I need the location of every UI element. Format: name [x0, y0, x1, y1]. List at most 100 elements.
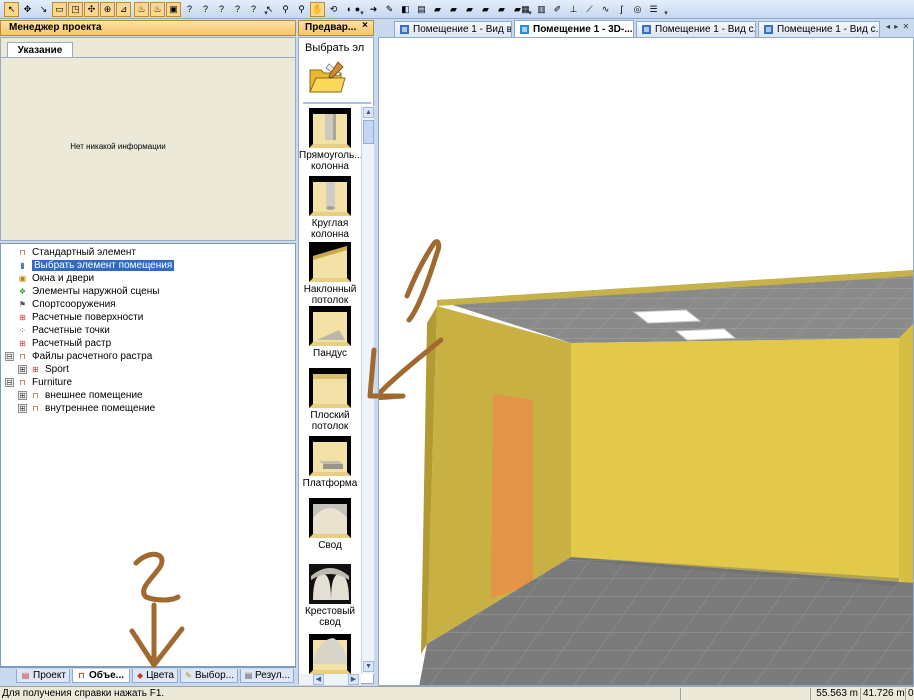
luminaire-box-icon[interactable]: ▣ [166, 2, 181, 17]
expand-icon[interactable]: ⊞ [18, 404, 27, 413]
select-cursor-icon[interactable]: ↖ [4, 2, 19, 17]
draw-rect-icon[interactable]: ▭ [52, 2, 67, 17]
luminaire-red2-icon[interactable]: ♨ [150, 2, 165, 17]
preview-item-vault[interactable]: Свод [299, 498, 361, 551]
table-icon[interactable]: ▥ [534, 2, 549, 17]
tree-item-label: Элементы наружной сцены [32, 286, 160, 297]
folder-icon[interactable]: ▰ [430, 2, 445, 17]
frame-icon[interactable]: ▤ [414, 2, 429, 17]
pointer-icon[interactable]: ↖ [262, 2, 277, 17]
tab-hint[interactable]: Указание [7, 42, 73, 58]
furniture-icon: ⊓ [19, 377, 26, 387]
question3-icon[interactable]: ? [214, 2, 229, 17]
bottom-tab[interactable]: ▤ Резул... [240, 669, 294, 683]
outdoor-scene-icon: ❖ [18, 286, 27, 296]
document-tab[interactable]: Помещение 1 - Вид с... [636, 21, 756, 37]
3d-viewport[interactable] [378, 37, 914, 686]
preview-hscrollbar[interactable]: ◀ ▶ [299, 674, 361, 685]
scroll-down-icon[interactable]: ▼ [363, 661, 374, 672]
level-icon[interactable]: ⊥ [566, 2, 581, 17]
curve-icon[interactable]: ʃ [614, 2, 629, 17]
expand-icon[interactable]: ⊞ [18, 365, 27, 374]
preview-item-sloped-ceiling[interactable]: Наклонный потолок [299, 242, 361, 306]
magnify-icon[interactable]: ⚲ [278, 2, 293, 17]
preview-item-ramp[interactable]: Пандус [299, 306, 361, 359]
question4-icon[interactable]: ? [230, 2, 245, 17]
preview-item-platform[interactable]: Платформа [299, 436, 361, 489]
document-tab[interactable]: Помещение 1 - 3D-... [514, 20, 634, 37]
collapse-icon[interactable]: ⊟ [5, 378, 14, 387]
question5-icon[interactable]: ? [246, 2, 261, 17]
preview-item-flat-ceiling[interactable]: Плоский потолок [299, 368, 361, 432]
tree-item[interactable]: ⊟ ⊓ Файлы расчетного растра [5, 350, 152, 363]
list-icon[interactable]: ☰ [646, 2, 661, 17]
edit-icon[interactable]: ✐ [550, 2, 565, 17]
preview-item-label: Плоский потолок [310, 410, 350, 432]
tree-item[interactable]: ⁘ Расчетные точки [17, 324, 110, 337]
expand-icon[interactable]: ⊞ [18, 391, 27, 400]
bottom-tab[interactable]: ▤ Проект [16, 669, 70, 683]
question2-icon[interactable]: ? [198, 2, 213, 17]
folder3-icon[interactable]: ▰ [462, 2, 477, 17]
select-multi-icon[interactable]: ↘ [36, 2, 51, 17]
polyline-icon[interactable]: ∿ [598, 2, 613, 17]
tree-item[interactable]: ⊞ ⊓ внутреннее помещение [18, 402, 155, 415]
tree-item[interactable]: ⊟ ⊓ Furniture [5, 376, 72, 389]
zoom-select-icon[interactable]: ⊕ [100, 2, 115, 17]
grid-icon[interactable]: ▦ [518, 2, 533, 17]
scroll-left-icon[interactable]: ◀ [313, 674, 324, 685]
furniture-inner-icon: ⊓ [32, 403, 39, 413]
question-icon[interactable]: ? [182, 2, 197, 17]
tree-item[interactable]: ⊞ Расчетные поверхности [17, 311, 143, 324]
document-tab[interactable]: Помещение 1 - Вид с... [758, 21, 880, 37]
camera-icon[interactable]: ◧ [398, 2, 413, 17]
folder2-icon[interactable]: ▰ [446, 2, 461, 17]
status-z-coord: 0 [905, 688, 914, 700]
tree-item[interactable]: ⊓ Стандартный элемент [17, 246, 136, 259]
render-icon[interactable]: ● [350, 2, 365, 17]
document-tab-label: Помещение 1 - Вид с... [777, 24, 880, 35]
measure-icon[interactable]: ⊿ [116, 2, 131, 17]
tree-item-label: Спортсооружения [32, 299, 116, 310]
preview-thumbnail [309, 306, 351, 346]
move-icon[interactable]: ✥ [20, 2, 35, 17]
target-icon[interactable]: ◎ [630, 2, 645, 17]
preview-item-cross-vault[interactable]: Крестовый свод [299, 564, 361, 628]
tree-item[interactable]: ❖ Элементы наружной сцены [17, 285, 160, 298]
scroll-up-icon[interactable]: ▲ [363, 107, 374, 118]
point-icon[interactable]: ✣ [84, 2, 99, 17]
tree-item[interactable]: ⊞ ⊓ внешнее помещение [18, 389, 143, 402]
hand-pan-icon[interactable]: ✋ [310, 2, 325, 17]
luminaire-red-icon[interactable]: ♨ [134, 2, 149, 17]
toolbar-overflow-icon[interactable]: ▾ [662, 2, 670, 17]
rotate-icon[interactable]: ⟲ [326, 2, 341, 17]
tree-item[interactable]: ▣ Окна и двери [17, 272, 94, 285]
close-icon[interactable]: × [362, 20, 368, 31]
open-folder-icon[interactable] [307, 60, 347, 96]
paint-icon[interactable]: ✎ [382, 2, 397, 17]
preview-item-dome[interactable] [299, 634, 361, 676]
tree-item[interactable]: ⊞ Расчетный растр [17, 337, 111, 350]
folder5-icon[interactable]: ▰ [494, 2, 509, 17]
raster-sport-icon: ⊞ [32, 364, 39, 374]
status-bar: Для получения справки нажать F1. 55.563 … [0, 686, 914, 700]
collapse-icon[interactable]: ⊟ [5, 352, 14, 361]
draw-room-icon[interactable]: ◳ [68, 2, 83, 17]
preview-item-rect-column[interactable]: Прямоуголь... колонна [299, 108, 361, 172]
tree-item[interactable]: ⚑ Спортсооружения [17, 298, 116, 311]
tree-item[interactable]: ⊞ ⊞ Sport [18, 363, 69, 376]
bottom-tab-label: Выбор... [194, 670, 234, 681]
line-icon[interactable]: ⟋ [582, 2, 597, 17]
document-tab[interactable]: Помещение 1 - Вид в ... [394, 21, 512, 37]
tab-navigation[interactable]: ◂ ▸ ✕ [886, 22, 910, 31]
folder4-icon[interactable]: ▰ [478, 2, 493, 17]
zoom-dropdown-icon[interactable]: ⚲ [294, 2, 309, 17]
scroll-thumb[interactable] [363, 120, 374, 144]
preview-item-round-column[interactable]: Круглая колонна [299, 176, 361, 240]
bottom-tab-label: Объе... [89, 670, 125, 681]
tree-item[interactable]: ▮ Выбрать элемент помещения [17, 259, 175, 272]
scroll-right-icon[interactable]: ▶ [348, 674, 359, 685]
preview-thumbnail [309, 634, 351, 674]
arrow-green-icon[interactable]: ➜ [366, 2, 381, 17]
results-tab-icon: ▤ [244, 670, 253, 680]
